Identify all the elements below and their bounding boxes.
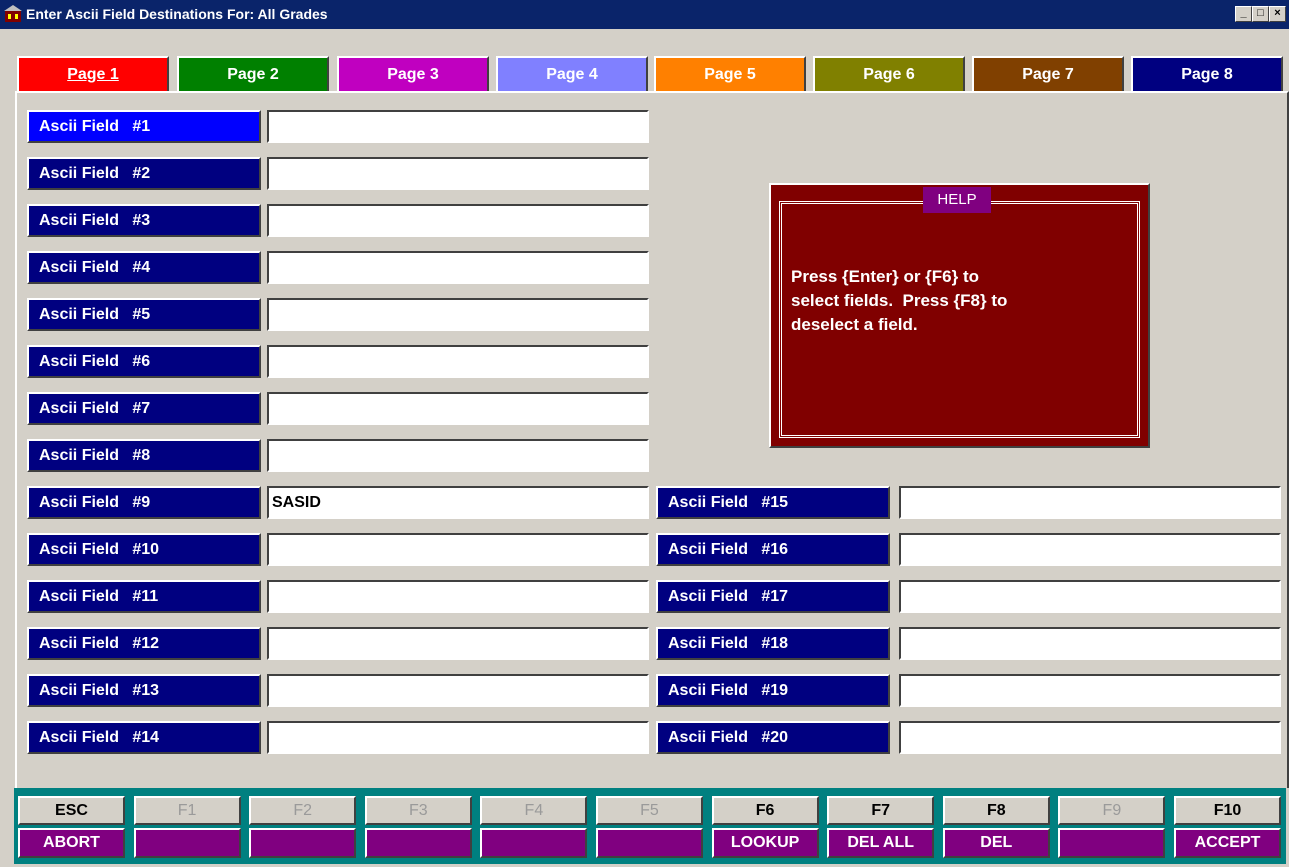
field-input-3[interactable]: [267, 204, 649, 237]
field-input-11[interactable]: [267, 580, 649, 613]
field-input-7[interactable]: [267, 392, 649, 425]
field-input-18[interactable]: [899, 627, 1281, 660]
fkey-action-esc[interactable]: ABORT: [18, 828, 125, 858]
fkey-f10[interactable]: F10: [1174, 796, 1281, 825]
fkey-action-f4: [480, 828, 588, 858]
field-label-8: Ascii Field #8: [27, 439, 261, 472]
minimize-button[interactable]: _: [1235, 6, 1252, 22]
fkey-f2: F2: [249, 796, 357, 825]
field-input-6[interactable]: [267, 345, 649, 378]
field-label-15: Ascii Field #15: [656, 486, 890, 519]
field-label-17: Ascii Field #17: [656, 580, 890, 613]
tab-page-1[interactable]: Page 1: [17, 56, 169, 91]
fkey-action-f2: [249, 828, 357, 858]
field-label-1: Ascii Field #1: [27, 110, 261, 143]
field-label-20: Ascii Field #20: [656, 721, 890, 754]
field-label-12: Ascii Field #12: [27, 627, 261, 660]
fkey-f8[interactable]: F8: [942, 796, 1050, 825]
field-label-7: Ascii Field #7: [27, 392, 261, 425]
field-input-13[interactable]: [267, 674, 649, 707]
tab-label: Page 7: [1022, 66, 1074, 83]
fkey-action-f9: [1058, 828, 1166, 858]
fkey-f9: F9: [1058, 796, 1166, 825]
fkey-action-f3: [364, 828, 472, 858]
close-button[interactable]: ×: [1269, 6, 1286, 22]
window-title: Enter Ascii Field Destinations For: All …: [26, 6, 328, 22]
tab-page-4[interactable]: Page 4: [496, 56, 648, 91]
tab-label: Page 5: [704, 66, 756, 83]
field-input-17[interactable]: [899, 580, 1281, 613]
fkey-f7[interactable]: F7: [827, 796, 935, 825]
client-area: Page 1 Page 2 Page 3 Page 4 Page 5 Page 6 Page…: [0, 29, 1289, 867]
fkey-action-f8[interactable]: DEL: [942, 828, 1050, 858]
field-label-18: Ascii Field #18: [656, 627, 890, 660]
field-input-2[interactable]: [267, 157, 649, 190]
tab-page-8[interactable]: Page 8: [1131, 56, 1283, 91]
field-label-19: Ascii Field #19: [656, 674, 890, 707]
fkey-esc[interactable]: ESC: [18, 796, 125, 825]
field-label-10: Ascii Field #10: [27, 533, 261, 566]
field-input-4[interactable]: [267, 251, 649, 284]
help-text: Press {Enter} or {F6} to select fields. …: [791, 267, 1008, 334]
tab-label: Page 2: [227, 66, 279, 83]
field-input-1[interactable]: [267, 110, 649, 143]
maximize-button[interactable]: □: [1252, 6, 1269, 22]
fkey-action-f7[interactable]: DEL ALL: [827, 828, 935, 858]
field-label-14: Ascii Field #14: [27, 721, 261, 754]
field-input-15[interactable]: [899, 486, 1281, 519]
field-label-3: Ascii Field #3: [27, 204, 261, 237]
title-bar: Enter Ascii Field Destinations For: All …: [0, 0, 1289, 29]
fkey-action-f10[interactable]: ACCEPT: [1174, 828, 1281, 858]
tab-label: Page 6: [863, 66, 915, 83]
field-label-6: Ascii Field #6: [27, 345, 261, 378]
field-label-5: Ascii Field #5: [27, 298, 261, 331]
field-input-20[interactable]: [899, 721, 1281, 754]
tab-page-6[interactable]: Page 6: [813, 56, 965, 91]
field-label-2: Ascii Field #2: [27, 157, 261, 190]
field-input-19[interactable]: [899, 674, 1281, 707]
tab-page-2[interactable]: Page 2: [177, 56, 329, 91]
tab-page-7[interactable]: Page 7: [972, 56, 1124, 91]
tab-label: Page 4: [546, 66, 598, 83]
field-input-8[interactable]: [267, 439, 649, 472]
field-label-9: Ascii Field #9: [27, 486, 261, 519]
field-label-13: Ascii Field #13: [27, 674, 261, 707]
field-label-11: Ascii Field #11: [27, 580, 261, 613]
tab-label: Page 3: [387, 66, 439, 83]
app-icon: [4, 5, 22, 22]
tab-page-5[interactable]: Page 5: [654, 56, 806, 91]
fkey-f1: F1: [133, 796, 241, 825]
field-input-16[interactable]: [899, 533, 1281, 566]
field-label-16: Ascii Field #16: [656, 533, 890, 566]
field-input-9[interactable]: SASID: [267, 486, 649, 519]
tab-label: Page 1: [67, 66, 119, 83]
help-title: HELP: [923, 187, 991, 213]
fkey-f5: F5: [596, 796, 703, 825]
help-box: HELP Press {Enter} or {F6} to select fie…: [769, 183, 1150, 448]
field-input-14[interactable]: [267, 721, 649, 754]
field-input-10[interactable]: [267, 533, 649, 566]
field-label-4: Ascii Field #4: [27, 251, 261, 284]
fkey-action-f6[interactable]: LOOKUP: [711, 828, 819, 858]
fkey-action-f1: [133, 828, 241, 858]
tab-page-3[interactable]: Page 3: [337, 56, 489, 91]
field-input-12[interactable]: [267, 627, 649, 660]
fkey-f3: F3: [364, 796, 472, 825]
tab-label: Page 8: [1181, 66, 1233, 83]
fkey-f4: F4: [480, 796, 588, 825]
fkey-action-f5: [596, 828, 703, 858]
field-input-5[interactable]: [267, 298, 649, 331]
fkey-f6[interactable]: F6: [711, 796, 819, 825]
